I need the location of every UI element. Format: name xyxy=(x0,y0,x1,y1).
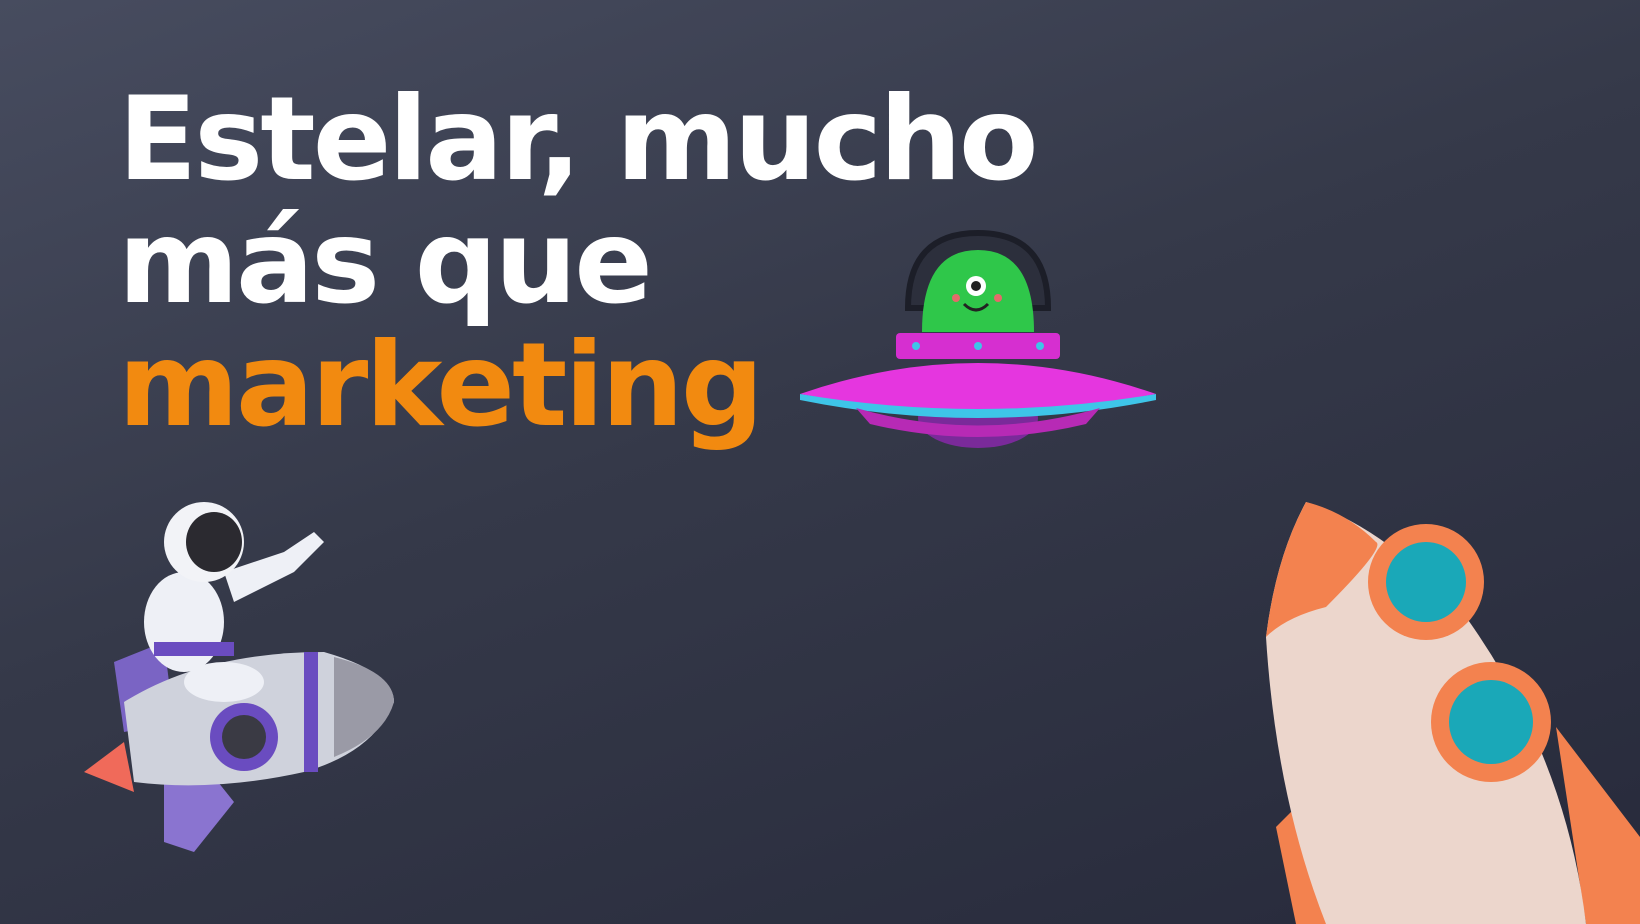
astronaut-rocket-illustration xyxy=(84,502,394,852)
headline-line-1: Estelar, mucho xyxy=(118,72,1039,207)
orange-rocket-illustration xyxy=(1266,502,1640,924)
ufo-alien-illustration xyxy=(800,229,1156,448)
